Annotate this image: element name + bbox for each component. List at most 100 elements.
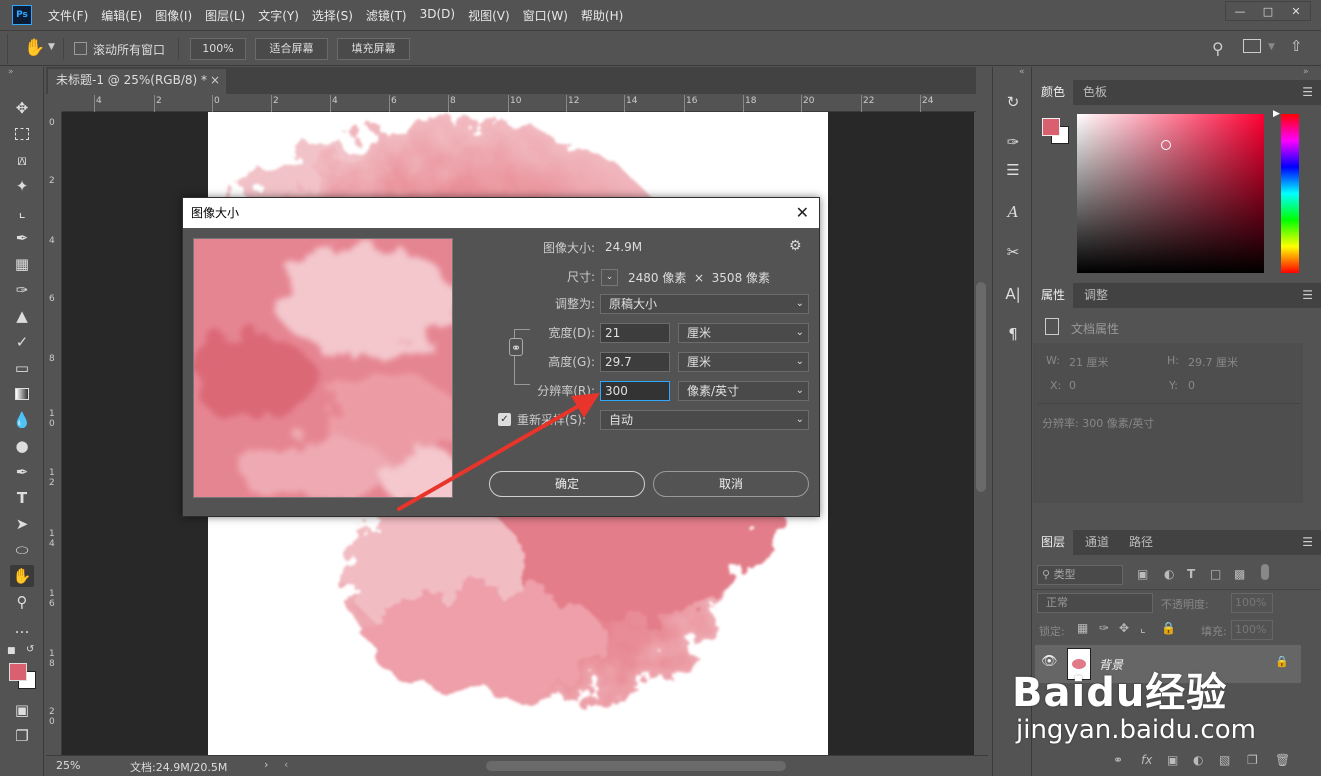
stamp-tool-icon[interactable]: ▲	[10, 305, 34, 327]
blur-tool-icon[interactable]: 💧	[10, 409, 34, 431]
adjustments-icon[interactable]: ☰	[1001, 159, 1025, 181]
eyedropper-tool-icon[interactable]: ✒	[10, 227, 34, 249]
hand-tool-icon[interactable]: ✋	[10, 565, 34, 587]
path-selection-tool-icon[interactable]: ➤	[10, 513, 34, 535]
quick-mask-icon[interactable]: ▣	[10, 699, 34, 721]
collapse-icon[interactable]: »	[8, 67, 14, 77]
default-colors-icon[interactable]: ■	[7, 646, 16, 656]
history-panel-icon[interactable]: ↻	[1001, 91, 1025, 113]
link-layers-icon[interactable]: ⚭	[1113, 753, 1123, 767]
horizontal-scrollbar-thumb[interactable]	[486, 761, 786, 771]
layer-filter-select[interactable]: ⚲ 类型	[1037, 565, 1123, 585]
lock-all-icon[interactable]: 🔒	[1161, 621, 1176, 635]
workspace-chevron-icon[interactable]: ▼	[1268, 42, 1275, 52]
color-field[interactable]	[1077, 114, 1264, 273]
screen-mode-icon[interactable]: ❐	[10, 725, 34, 747]
menu-item[interactable]: 3D(D)	[420, 7, 455, 24]
delete-layer-icon[interactable]: 🗑	[1275, 753, 1290, 767]
close-icon[interactable]: ✕	[1282, 2, 1310, 20]
color-picker-cursor[interactable]	[1161, 140, 1171, 150]
new-layer-icon[interactable]: ❐	[1247, 753, 1258, 767]
zoom-100-button[interactable]: 100%	[190, 38, 246, 60]
ellipse-tool-icon[interactable]: ⬭	[10, 539, 34, 561]
swap-colors-icon[interactable]: ↺	[26, 644, 34, 655]
filter-pixel-icon[interactable]: ▣	[1137, 567, 1148, 581]
height-unit-select[interactable]: 厘米 ⌄	[678, 352, 809, 372]
lock-position-icon[interactable]: ✥	[1119, 621, 1129, 635]
new-group-icon[interactable]: ▧	[1219, 753, 1230, 767]
width-unit-select[interactable]: 厘米 ⌄	[678, 323, 809, 343]
zoom-level[interactable]: 25%	[56, 759, 80, 772]
menu-item[interactable]: 文字(Y)	[258, 7, 299, 24]
resample-select[interactable]: 自动 ⌄	[600, 410, 809, 430]
gradient-tool-icon[interactable]	[10, 383, 34, 405]
resample-checkbox[interactable]: ✓	[498, 413, 511, 426]
pen-tool-icon[interactable]: ✒	[10, 461, 34, 483]
width-input[interactable]: 21	[600, 323, 670, 343]
paragraph-panel-icon[interactable]: ¶	[1001, 323, 1025, 345]
more-tools-icon[interactable]: …	[10, 617, 34, 639]
lock-pixels-icon[interactable]: ▦	[1077, 621, 1088, 635]
type-tool-icon[interactable]: T	[10, 487, 34, 509]
menu-item[interactable]: 图像(I)	[155, 7, 192, 24]
maximize-icon[interactable]: □	[1254, 2, 1282, 20]
filter-type-icon[interactable]: T	[1187, 567, 1195, 581]
opacity-input[interactable]: 100%	[1231, 593, 1273, 613]
collapse-icon[interactable]: «	[1019, 67, 1025, 77]
search-icon[interactable]: ⚲	[1212, 39, 1224, 58]
chevron-down-icon[interactable]: ▼	[48, 42, 55, 52]
lasso-tool-icon[interactable]: ⟎	[10, 149, 34, 171]
eraser-tool-icon[interactable]: ▭	[10, 357, 34, 379]
fill-input[interactable]: 100%	[1231, 620, 1273, 640]
scroll-left-icon[interactable]: ‹	[284, 758, 288, 771]
hand-tool-preset-icon[interactable]: ✋	[24, 38, 45, 58]
menu-item[interactable]: 帮助(H)	[581, 7, 623, 24]
workspace-icon[interactable]	[1243, 39, 1261, 53]
settings-gear-icon[interactable]: ⚙	[789, 238, 802, 254]
resolution-input[interactable]: 300	[600, 381, 670, 401]
brush-settings-icon[interactable]: ✑	[1001, 131, 1025, 153]
healing-brush-tool-icon[interactable]: ▦	[10, 253, 34, 275]
magic-wand-tool-icon[interactable]: ✦	[10, 175, 34, 197]
menu-item[interactable]: 文件(F)	[48, 7, 88, 24]
lock-brush-icon[interactable]: ✑	[1099, 621, 1109, 635]
scrollbar-thumb[interactable]	[976, 282, 986, 492]
share-icon[interactable]: ⇧	[1290, 37, 1303, 55]
tab-color[interactable]: 颜色	[1033, 80, 1074, 105]
cancel-button[interactable]: 取消	[653, 471, 809, 497]
move-tool-icon[interactable]: ✥	[10, 97, 34, 119]
character-panel-icon[interactable]: A	[1001, 201, 1025, 223]
history-brush-tool-icon[interactable]: ✓	[10, 331, 34, 353]
color-panel-fg-swatch[interactable]	[1042, 118, 1060, 136]
new-fill-layer-icon[interactable]: ◐	[1193, 753, 1203, 767]
vertical-scrollbar[interactable]	[974, 112, 988, 755]
fill-screen-button[interactable]: 填充屏幕	[337, 38, 410, 60]
dimensions-dropdown[interactable]: ⌄	[601, 269, 618, 286]
dialog-close-icon[interactable]: ✕	[796, 198, 809, 228]
menu-item[interactable]: 窗口(W)	[523, 7, 568, 24]
tab-close-icon[interactable]: ×	[210, 69, 220, 92]
ok-button[interactable]: 确定	[489, 471, 645, 497]
menu-item[interactable]: 滤镜(T)	[366, 7, 407, 24]
height-input[interactable]: 29.7	[600, 352, 670, 372]
filter-shape-icon[interactable]: □	[1210, 567, 1221, 581]
fit-to-select[interactable]: 原稿大小 ⌄	[600, 294, 809, 314]
tab-swatches[interactable]: 色板	[1075, 80, 1115, 105]
document-tab[interactable]: 未标题-1 @ 25%(RGB/8) * ×	[48, 69, 226, 94]
image-preview[interactable]	[193, 238, 453, 498]
tab-adjustments[interactable]: 调整	[1076, 283, 1116, 308]
hue-slider[interactable]	[1281, 114, 1299, 273]
menu-item[interactable]: 编辑(E)	[101, 7, 142, 24]
tab-properties[interactable]: 属性	[1033, 283, 1074, 308]
resolution-unit-select[interactable]: 像素/英寸 ⌄	[678, 381, 809, 401]
fit-screen-button[interactable]: 适合屏幕	[255, 38, 328, 60]
dodge-tool-icon[interactable]: ●	[10, 435, 34, 457]
foreground-color-swatch[interactable]	[9, 663, 27, 681]
brush-tool-icon[interactable]: ✑	[10, 279, 34, 301]
panel-menu-icon[interactable]: ☰	[1302, 530, 1313, 555]
crop-tool-icon[interactable]: ⌞	[10, 201, 34, 223]
filter-adjustment-icon[interactable]: ◐	[1164, 567, 1174, 581]
character-styles-icon[interactable]: A|	[1001, 283, 1025, 305]
marquee-tool-icon[interactable]	[10, 123, 34, 145]
fx-icon[interactable]: fx	[1141, 753, 1152, 767]
